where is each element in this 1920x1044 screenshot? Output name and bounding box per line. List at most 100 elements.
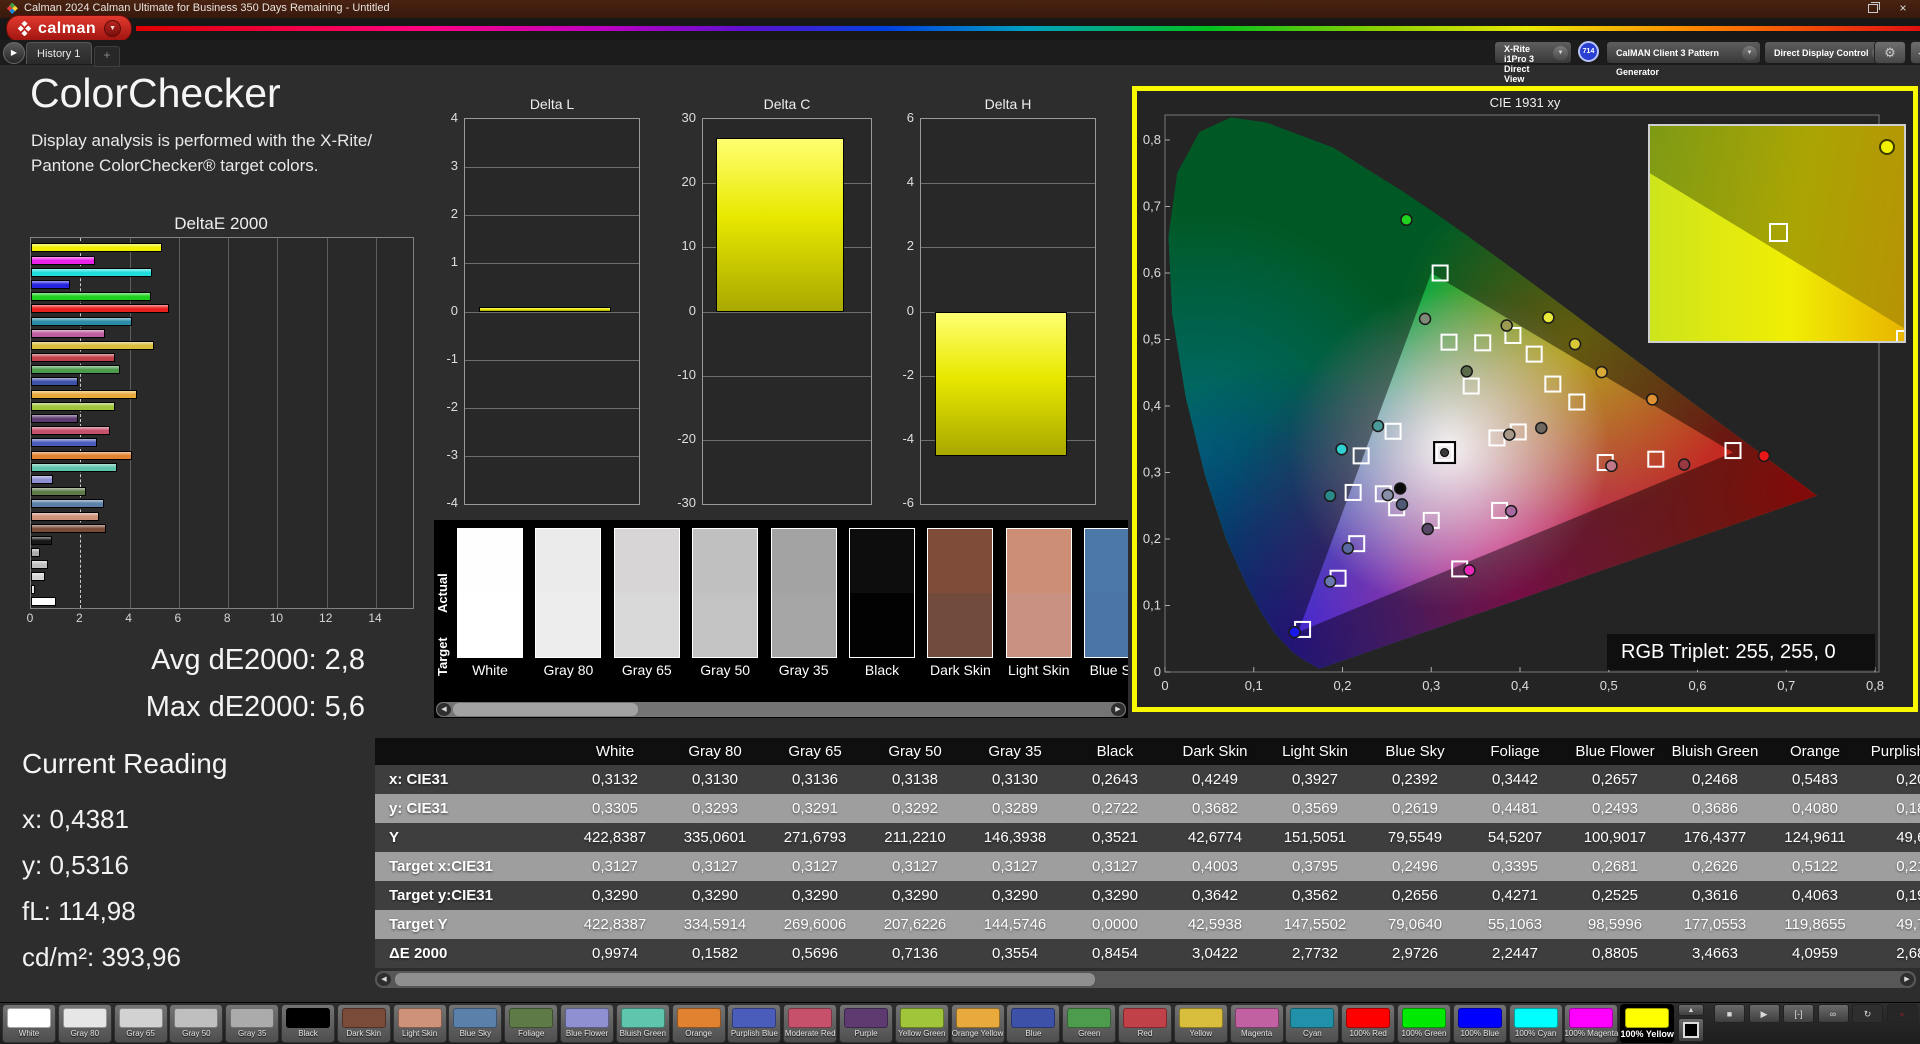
pattern-yellow[interactable]: Yellow [1174, 1004, 1228, 1043]
cie-1931-panel[interactable]: 00,10,20,30,40,50,60,70,800,10,20,30,40,… [1132, 86, 1918, 712]
pattern-blue[interactable]: Blue [1006, 1004, 1060, 1043]
pattern-light-skin[interactable]: Light Skin [393, 1004, 447, 1043]
table-cell: 0,3562 [1265, 881, 1365, 910]
table-cell: 147,5502 [1265, 910, 1365, 939]
swatch-strip-scrollbar[interactable]: ◀ ▶ [436, 702, 1126, 717]
collapse-panel-icon[interactable]: ◀ [1910, 41, 1920, 64]
pattern-red[interactable]: Red [1118, 1004, 1172, 1043]
gridline [703, 312, 871, 313]
de-bar-row [31, 547, 413, 559]
calman-menu-button[interactable]: calman ▼ [6, 15, 132, 42]
meter-dropdown[interactable]: X-Rite i1Pro 3 Direct View ▼ [1494, 41, 1572, 64]
restore-icon[interactable] [1868, 4, 1878, 13]
column-header-black: Black [1065, 738, 1165, 765]
column-header-gray-50: Gray 50 [865, 738, 965, 765]
de-bar-row [31, 437, 413, 449]
table-cell: 0,3290 [1065, 881, 1165, 910]
x-tick-label: 6 [175, 611, 182, 625]
pattern-100-blue[interactable]: 100% Blue [1453, 1004, 1507, 1043]
column-header-blue-sky: Blue Sky [1365, 738, 1465, 765]
chevron-down-icon[interactable]: ▼ [1742, 46, 1757, 61]
y-tick-label: 30 [672, 110, 696, 125]
pattern-100-yellow[interactable]: 100% Yellow [1620, 1004, 1674, 1043]
scrollbar-thumb[interactable] [395, 973, 1095, 986]
pattern-100-green[interactable]: 100% Green [1397, 1004, 1451, 1043]
pattern-green[interactable]: Green [1062, 1004, 1116, 1043]
column-header-purplish-blue: Purplish Blue [1865, 738, 1920, 765]
pattern-black[interactable]: Black [281, 1004, 335, 1043]
pattern-color [1067, 1008, 1111, 1028]
pattern-purplish-blue[interactable]: Purplish Blue [727, 1004, 781, 1043]
gear-icon[interactable]: ⚙ [1874, 41, 1906, 64]
de-bar-yellow-green [31, 402, 115, 411]
pattern-gray-35[interactable]: Gray 35 [225, 1004, 279, 1043]
chevron-down-icon[interactable]: ▼ [1553, 46, 1568, 61]
chevron-down-icon[interactable]: ▼ [104, 20, 121, 37]
pattern-white[interactable]: White [2, 1004, 56, 1043]
row-label: x: CIE31 [375, 765, 565, 794]
table-cell: 177,0553 [1665, 910, 1765, 939]
stop-button[interactable]: ■ [1714, 1004, 1745, 1023]
add-tab-button[interactable]: + [94, 46, 120, 67]
measured-marker [1679, 459, 1690, 470]
inset-corner-marker [1896, 330, 1906, 343]
refresh-button[interactable]: ↻ [1852, 1004, 1883, 1023]
loop-button[interactable]: ∞ [1818, 1004, 1849, 1023]
pattern-orange-yellow[interactable]: Orange Yellow [951, 1004, 1005, 1043]
range-button[interactable]: [-] [1783, 1004, 1814, 1023]
scroll-left-icon[interactable]: ◀ [377, 973, 391, 986]
pattern-color [1625, 1008, 1669, 1028]
scrollbar-thumb[interactable] [453, 703, 638, 716]
pattern-window-button[interactable] [1678, 1018, 1704, 1042]
de-bar-row [31, 461, 413, 473]
de-bar-row [31, 376, 413, 388]
pattern-orange[interactable]: Orange [672, 1004, 726, 1043]
pattern-toolbar: WhiteGray 80Gray 65Gray 50Gray 35BlackDa… [0, 1002, 1920, 1044]
de-bar-row [31, 510, 413, 522]
display-control-dropdown[interactable]: Direct Display Control ▼ [1764, 41, 1891, 64]
scroll-right-icon[interactable]: ▶ [1111, 703, 1125, 716]
pattern-100-red[interactable]: 100% Red [1341, 1004, 1395, 1043]
close-icon[interactable]: × [1894, 2, 1912, 16]
scroll-left-icon[interactable]: ◀ [437, 703, 451, 716]
up-icon[interactable]: ▲ [1678, 1004, 1704, 1016]
column-header-foliage: Foliage [1465, 738, 1565, 765]
history-menu-button[interactable]: ▶ [3, 42, 25, 64]
pattern-label: Purple [836, 1030, 896, 1038]
de-bar-dark-skin [31, 524, 106, 533]
gridline [921, 183, 1095, 184]
delta-c-title: Delta C [702, 96, 872, 112]
pattern-gray-80[interactable]: Gray 80 [58, 1004, 112, 1043]
table-scrollbar[interactable]: ◀ ▶ [375, 971, 1916, 988]
pattern-blue-flower[interactable]: Blue Flower [560, 1004, 614, 1043]
y-tick-label: 0,8 [1143, 132, 1161, 147]
pattern-magenta[interactable]: Magenta [1230, 1004, 1284, 1043]
y-tick-label: -6 [890, 495, 914, 510]
pattern-100-magenta[interactable]: 100% Magenta [1564, 1004, 1618, 1043]
play-button[interactable]: ▶ [1749, 1004, 1780, 1023]
pattern-100-cyan[interactable]: 100% Cyan [1509, 1004, 1563, 1043]
pattern-moderate-red[interactable]: Moderate Red [783, 1004, 837, 1043]
de-bar-row [31, 327, 413, 339]
column-header-white: White [565, 738, 665, 765]
tab-history-1[interactable]: History 1 [26, 42, 92, 64]
gridline [465, 360, 639, 361]
pattern-gray-65[interactable]: Gray 65 [114, 1004, 168, 1043]
pattern-generator-dropdown[interactable]: CalMAN Client 3 Pattern Generator ▼ [1606, 41, 1761, 64]
pattern-foliage[interactable]: Foliage [504, 1004, 558, 1043]
pattern-gray-50[interactable]: Gray 50 [169, 1004, 223, 1043]
patch-swatch-black [849, 528, 915, 658]
pattern-dark-skin[interactable]: Dark Skin [337, 1004, 391, 1043]
table-cell: 422,8387 [565, 910, 665, 939]
pattern-bluish-green[interactable]: Bluish Green [616, 1004, 670, 1043]
pattern-cyan[interactable]: Cyan [1285, 1004, 1339, 1043]
pattern-blue-sky[interactable]: Blue Sky [448, 1004, 502, 1043]
pattern-yellow-green[interactable]: Yellow Green [895, 1004, 949, 1043]
pattern-label: 100% Cyan [1506, 1030, 1566, 1038]
scroll-right-icon[interactable]: ▶ [1900, 973, 1914, 986]
pattern-purple[interactable]: Purple [839, 1004, 893, 1043]
record-button[interactable]: ● [1887, 1004, 1918, 1023]
table-cell: 0,5696 [765, 939, 865, 968]
title-bar[interactable]: Calman 2024 Calman Ultimate for Business… [0, 0, 1920, 18]
table-cell: 2,9726 [1365, 939, 1465, 968]
